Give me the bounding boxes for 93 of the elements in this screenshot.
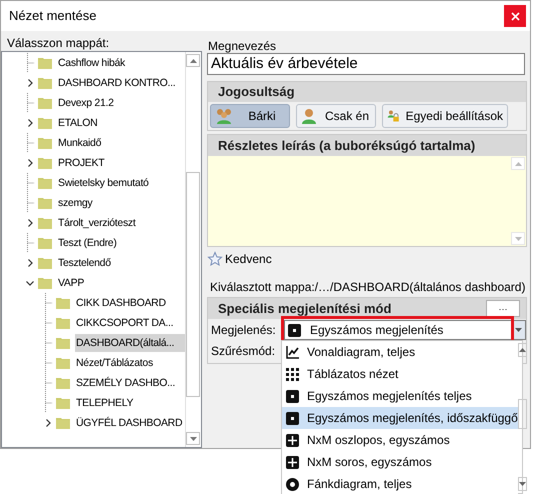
chevron-right-icon[interactable] bbox=[28, 159, 32, 167]
section-title: Részletes leírás (a buboréksúgó tartalma) bbox=[218, 136, 476, 155]
folder-icon bbox=[56, 397, 70, 409]
tree-item[interactable]: Cashflow hibák bbox=[57, 54, 126, 72]
close-icon bbox=[510, 12, 520, 20]
chevron-right-icon[interactable] bbox=[28, 219, 32, 227]
scroll-up-button[interactable] bbox=[186, 54, 200, 67]
donut-icon bbox=[286, 478, 299, 490]
folder-icon bbox=[38, 257, 52, 269]
folder-icon bbox=[38, 97, 52, 109]
folder-icon bbox=[38, 217, 52, 229]
folder-icon bbox=[38, 57, 52, 69]
tree-item[interactable]: DASHBOARD(általá... bbox=[75, 334, 185, 352]
folder-icon bbox=[56, 337, 70, 349]
table-icon bbox=[286, 434, 299, 446]
grid-icon bbox=[286, 368, 299, 380]
window-title: Nézet mentése bbox=[8, 7, 96, 26]
section-title: Speciális megjelenítési mód bbox=[218, 300, 392, 318]
scroll-down-button[interactable] bbox=[186, 432, 200, 445]
square-icon bbox=[286, 390, 299, 402]
person-icon bbox=[301, 108, 317, 124]
down-arrow-icon bbox=[190, 436, 196, 440]
tree-label: Válasszon mappát: bbox=[6, 36, 110, 51]
up-arrow-icon bbox=[514, 162, 522, 166]
tree-item[interactable]: DASHBOARD KONTRO... bbox=[57, 74, 176, 92]
table-icon bbox=[286, 456, 299, 468]
folder-icon bbox=[38, 277, 52, 289]
folder-icon bbox=[38, 137, 52, 149]
dropdown-option[interactable]: Egyszámos megjelenítés, időszakfüggő bbox=[282, 407, 518, 429]
caret-icon bbox=[514, 328, 522, 332]
permission-button[interactable]: Bárki bbox=[210, 104, 290, 128]
folder-icon bbox=[56, 377, 70, 389]
description-field[interactable] bbox=[208, 156, 526, 246]
tree-item[interactable]: Tárolt_verzióteszt bbox=[57, 214, 136, 232]
down-arrow-icon bbox=[514, 236, 522, 240]
tree-item[interactable]: PROJEKT bbox=[57, 154, 104, 172]
scroll-up-button[interactable] bbox=[518, 343, 527, 357]
folder-icon bbox=[38, 197, 52, 209]
chevron-right-icon[interactable] bbox=[46, 419, 50, 427]
favorite-toggle[interactable]: Kedvenc bbox=[207, 251, 272, 267]
line-chart-icon bbox=[286, 346, 299, 358]
down-arrow-icon bbox=[518, 482, 526, 486]
up-arrow-icon bbox=[518, 348, 526, 352]
name-field[interactable]: Aktuális év árbevétele bbox=[207, 53, 525, 75]
tree-item[interactable]: Devexp 21.2 bbox=[57, 94, 114, 112]
folder-icon bbox=[56, 297, 70, 309]
field-label: Szűrésmód: bbox=[211, 343, 276, 360]
scrollbar[interactable] bbox=[518, 341, 529, 493]
square-icon bbox=[286, 412, 299, 424]
folder-icon bbox=[38, 237, 52, 249]
tree-item[interactable]: ÜGYFÉL DASHBOARD bbox=[75, 414, 182, 432]
tree-item[interactable]: ETALON bbox=[57, 114, 98, 132]
scrollbar[interactable] bbox=[185, 52, 201, 447]
tree-item[interactable]: Teszt (Endre) bbox=[57, 234, 117, 252]
folder-icon bbox=[38, 177, 52, 189]
selected-folder-text: Kiválasztott mappa:/…/DASHBOARD(általános dashboard) bbox=[209, 280, 525, 294]
square-icon bbox=[288, 324, 301, 336]
folder-icon bbox=[56, 417, 70, 429]
chevron-right-icon[interactable] bbox=[28, 79, 32, 87]
scroll-thumb[interactable] bbox=[518, 399, 527, 429]
folder-icon bbox=[38, 117, 52, 129]
tree-item[interactable]: CIKKCSOPORT DA... bbox=[75, 314, 174, 332]
chevron-right-icon[interactable] bbox=[28, 259, 32, 267]
folder-icon bbox=[38, 157, 52, 169]
display-combo[interactable]: Egyszámos megjelenítés bbox=[284, 320, 526, 340]
folder-icon bbox=[56, 317, 70, 329]
folder-icon bbox=[56, 357, 70, 369]
permission-button[interactable]: Egyedi beállítások bbox=[382, 104, 508, 128]
scroll-thumb[interactable] bbox=[186, 172, 200, 397]
chevron-down-icon[interactable] bbox=[26, 280, 34, 286]
tree-item[interactable]: CIKK DASHBOARD bbox=[75, 294, 166, 312]
folder-tree[interactable] bbox=[1, 51, 202, 448]
person-lock-icon bbox=[387, 108, 400, 124]
folder-icon bbox=[38, 77, 52, 89]
scrollbar[interactable] bbox=[511, 157, 525, 245]
tree-item[interactable]: Nézet/Táblázatos bbox=[75, 354, 153, 372]
up-arrow-icon bbox=[190, 58, 196, 62]
section-title: Jogosultság bbox=[218, 83, 295, 102]
close-button[interactable] bbox=[504, 5, 526, 27]
more-button[interactable]: ··· bbox=[486, 300, 520, 317]
field-label: Megjelenés: bbox=[211, 322, 277, 339]
chevron-right-icon[interactable] bbox=[28, 119, 32, 127]
tree-item[interactable]: szemgy bbox=[57, 194, 92, 212]
tree-item[interactable]: VAPP bbox=[57, 274, 84, 292]
tree-item[interactable]: TELEPHELY bbox=[75, 394, 134, 412]
people-icon bbox=[215, 108, 233, 124]
tree-item[interactable]: Swietelsky bemutató bbox=[57, 174, 149, 192]
tree-item[interactable]: Tesztelendő bbox=[57, 254, 111, 272]
permission-button[interactable]: Csak én bbox=[296, 104, 376, 128]
scroll-down-button[interactable] bbox=[518, 477, 527, 491]
tree-item[interactable]: SZEMÉLY DASHBO... bbox=[75, 374, 175, 392]
name-label: Megnevezés bbox=[207, 39, 278, 53]
tree-item[interactable]: Munkaidő bbox=[57, 134, 102, 152]
